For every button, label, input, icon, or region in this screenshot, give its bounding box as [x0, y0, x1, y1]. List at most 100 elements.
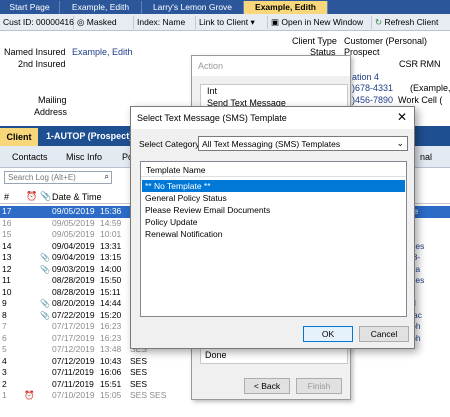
sms-template-dialog: Select Text Message (SMS) Template ✕ Sel… [130, 106, 415, 349]
log-row-number: 4 [2, 355, 7, 366]
log-row-date: 07/22/2019 [52, 309, 95, 320]
log-row-date: 09/04/2019 [52, 240, 95, 251]
log-row-time: 15:05 [100, 390, 122, 400]
csr-value: RMN [420, 59, 441, 69]
log-row-time: 16:06 [100, 367, 122, 377]
masked-toggle[interactable]: ◎ Masked [74, 16, 134, 29]
location-value: ation 4 [352, 72, 380, 82]
csr-label: CSR [399, 59, 419, 69]
log-row-time: 14:59 [100, 217, 122, 228]
log-row-date: 09/05/2019 [52, 217, 95, 228]
paperclip-icon: 📎 [40, 264, 50, 274]
client-toolbar: Cust ID: 00000416 ◎ Masked Index: Name L… [0, 14, 450, 31]
tab-larrys-lemon-grove[interactable]: Larry's Lemon Grove [142, 1, 244, 14]
template-item[interactable]: Renewal Notification [142, 228, 405, 240]
log-row-entered-by: SES [130, 378, 148, 389]
log-row-time: 15:11 [100, 286, 121, 297]
eye-slash-icon: ◎ [77, 17, 85, 27]
log-row-number: 7 [2, 321, 7, 331]
template-name-header[interactable]: Template Name [146, 165, 206, 175]
refresh-icon: ↻ [375, 17, 383, 27]
paperclip-icon: 📎 [40, 191, 52, 201]
named-insured-label: Named Insured [4, 47, 66, 57]
log-row-entered-by: SES [130, 367, 148, 377]
dialog-title: Select Text Message (SMS) Template [131, 107, 414, 129]
log-row-time: 16:23 [100, 321, 122, 331]
second-insured-label: 2nd Insured [18, 59, 66, 69]
paperclip-icon: 📎 [40, 253, 50, 262]
tab-bar: Start Page Example, Edith Larry's Lemon … [0, 0, 450, 14]
log-row-time: 14:00 [100, 263, 122, 274]
template-item[interactable]: Policy Update [142, 216, 405, 228]
log-row-number: 3 [2, 367, 7, 377]
log-row-number: 1 [2, 390, 7, 400]
header-date-time[interactable]: Date & Time [52, 192, 102, 202]
paperclip-icon: 📎 [40, 299, 50, 308]
alarm-clock-icon: ⏰ [24, 390, 35, 400]
refresh-client-button[interactable]: ↻ Refresh Client [372, 16, 450, 29]
template-list: Template Name ** No Template ** General P… [140, 161, 407, 317]
named-insured-value[interactable]: Example, Edith [72, 47, 133, 57]
search-log-placeholder: Search Log (Alt+E) [8, 173, 76, 182]
log-row-time: 13:48 [100, 344, 122, 354]
policy-tab[interactable]: 1-AUTOP (Prospect) [46, 131, 132, 141]
tab-example-edith-1[interactable]: Example, Edith [60, 1, 142, 14]
log-row-number: 12 [2, 263, 12, 274]
log-row-date: 07/17/2019 [52, 332, 95, 343]
search-log-input[interactable]: Search Log (Alt+E) ⌕ [4, 171, 112, 184]
log-row-number: 9 [2, 298, 7, 308]
link-to-client-dropdown[interactable]: Link to Client ▾ [196, 16, 268, 29]
template-item[interactable]: General Policy Status [142, 192, 405, 204]
log-row-number: 10 [2, 286, 12, 297]
log-row-date: 07/12/2019 [52, 355, 95, 366]
sub-tab-misc-info[interactable]: Misc Info [66, 152, 102, 162]
log-row-time: 14:44 [100, 298, 122, 308]
mailing-label: Mailing [38, 95, 67, 105]
log-row-time: 10:01 [100, 229, 122, 239]
finish-button[interactable]: Finish [296, 378, 342, 394]
log-row-date: 08/28/2019 [52, 275, 95, 285]
client-type-value: Customer (Personal) [344, 36, 428, 46]
sub-tab-contacts[interactable]: Contacts [12, 152, 48, 162]
address-label: Address [34, 107, 68, 117]
alarm-clock-icon: ⏰ [26, 191, 38, 201]
phone1-tag: (Example, [410, 83, 450, 93]
log-row-date: 07/11/2019 [52, 367, 94, 377]
log-row-number: 2 [2, 378, 7, 389]
log-row-number: 14 [2, 240, 12, 251]
category-select[interactable]: All Text Messaging (SMS) Templates ⌄ [198, 136, 408, 151]
log-row-time: 13:15 [100, 252, 122, 262]
wizard-item-int[interactable]: Int [207, 86, 217, 96]
template-item[interactable]: Please Review Email Documents [142, 204, 405, 216]
client-tab[interactable]: Client [0, 128, 38, 146]
search-icon: ⌕ [104, 172, 109, 181]
phone1-value[interactable]: )678-4331 [352, 83, 393, 93]
wizard-title: Action [192, 56, 350, 76]
category-value: All Text Messaging (SMS) Templates [202, 139, 341, 149]
sub-tab-personal[interactable]: nal [420, 152, 432, 162]
log-row-number: 6 [2, 332, 7, 343]
index-dropdown[interactable]: Index: Name [134, 16, 196, 29]
template-item[interactable]: ** No Template ** [142, 180, 405, 192]
header-num[interactable]: # [4, 192, 9, 202]
tab-example-edith-active[interactable]: Example, Edith [244, 1, 328, 14]
phone2-tag: Work Cell ( [398, 95, 443, 105]
log-row-date: 09/05/2019 [52, 229, 95, 239]
log-row-date: 07/10/2019 [52, 390, 95, 400]
refresh-label: Refresh Client [384, 17, 439, 27]
phone2-value[interactable]: )456-7890 [352, 95, 393, 105]
log-row-time: 15:51 [100, 378, 122, 389]
close-icon[interactable]: ✕ [394, 109, 410, 125]
window-icon: ▣ [271, 17, 280, 27]
log-row-date: 07/12/2019 [52, 344, 95, 354]
cancel-button[interactable]: Cancel [359, 326, 409, 342]
category-label: Select Category [139, 139, 200, 149]
back-button[interactable]: < Back [244, 378, 290, 394]
tab-start-page[interactable]: Start Page [0, 1, 60, 14]
log-row-number: 13 [2, 252, 12, 262]
open-new-window-button[interactable]: ▣ Open in New Window [268, 16, 372, 29]
chevron-down-icon: ⌄ [396, 138, 404, 148]
wizard-done-label: Done [205, 350, 227, 360]
log-row-entered-by: SES SES [130, 390, 167, 400]
ok-button[interactable]: OK [303, 326, 353, 342]
